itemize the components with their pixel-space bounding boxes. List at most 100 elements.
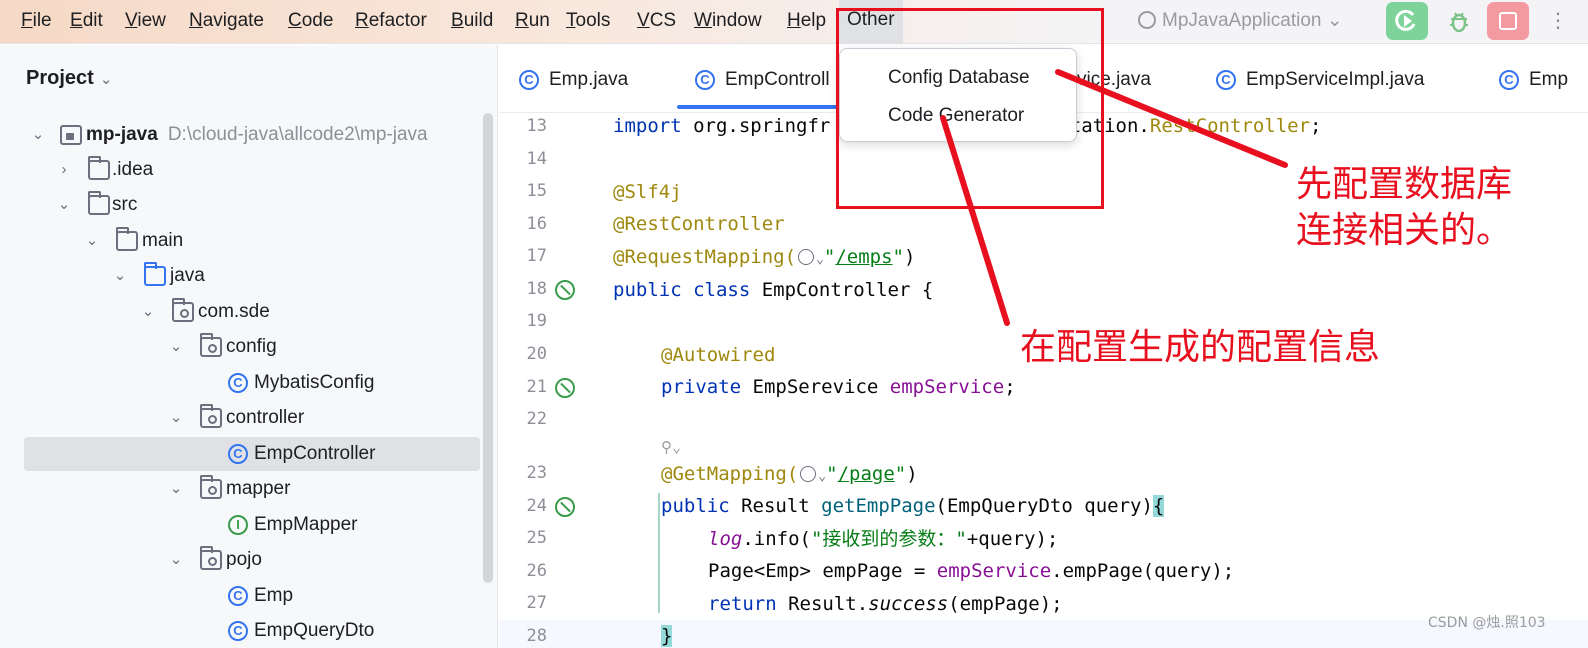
tree-node-empquerydto[interactable]: C EmpQueryDto: [24, 614, 480, 648]
chevron-down-icon: ⌄: [57, 196, 71, 213]
menu-label: ools: [575, 10, 611, 31]
class-icon: C: [228, 444, 248, 464]
menu-label: un: [528, 10, 550, 31]
chevron-down-icon: ⌄: [85, 232, 99, 249]
line-number: 17: [526, 246, 547, 266]
package-icon: [200, 404, 222, 428]
chevron-down-icon: ⌄: [169, 480, 183, 497]
spring-bean-icon[interactable]: [555, 280, 575, 300]
project-panel-header[interactable]: Project ⌄: [26, 67, 112, 90]
class-icon: C: [519, 70, 539, 90]
chevron-down-icon: ⌄: [169, 409, 183, 426]
tree-node-label: .idea: [112, 159, 154, 180]
menu-mnemonic: C: [288, 10, 302, 31]
tree-node-controller[interactable]: ⌄ controller: [24, 401, 480, 435]
tree-node-label: com.sde: [198, 301, 270, 322]
menu-code[interactable]: Code: [285, 8, 336, 36]
menu-run[interactable]: Run: [512, 8, 553, 36]
code-token: org.springfr: [693, 115, 831, 137]
tree-node-java[interactable]: ⌄ java: [24, 259, 480, 293]
tree-node-label: Emp: [254, 585, 294, 606]
line-number: 25: [526, 528, 547, 548]
menu-help[interactable]: Help: [784, 8, 829, 36]
menu-build[interactable]: Build: [448, 8, 496, 36]
tree-node-label: main: [142, 230, 184, 251]
code-token: ;: [1004, 376, 1016, 398]
package-icon: [200, 333, 222, 357]
class-icon: C: [228, 373, 248, 393]
tree-node-mapper[interactable]: ⌄ mapper: [24, 472, 480, 506]
more-actions-icon[interactable]: ⋮: [1548, 8, 1568, 32]
menu-mnemonic: V: [637, 10, 650, 31]
chevron-right-icon: ›: [61, 161, 67, 178]
tree-node-config[interactable]: ⌄ config: [24, 330, 480, 364]
menu-edit[interactable]: Edit: [67, 8, 106, 36]
tree-node-main[interactable]: ⌄ main: [24, 224, 480, 258]
tree-node-empcontroller[interactable]: C EmpController: [24, 437, 480, 471]
menu-label: efactor: [368, 10, 427, 31]
line-number: 20: [526, 344, 547, 364]
code-token: public class: [613, 279, 762, 301]
menu-label: iew: [137, 10, 166, 31]
class-icon: C: [1216, 70, 1236, 90]
code-line-28: }: [661, 623, 673, 648]
menu-tools[interactable]: Tools: [563, 8, 613, 36]
tree-node-mp-java[interactable]: ⌄ mp-java D:\cloud-java\allcode2\mp-java: [24, 118, 480, 152]
line-number: 18: [526, 279, 547, 299]
project-scrollbar[interactable]: [483, 113, 493, 583]
menu-mnemonic: R: [355, 10, 369, 31]
stop-button[interactable]: [1487, 2, 1529, 40]
watermark: CSDN @烛.照103: [1428, 615, 1546, 631]
code-line-24: public Result getEmpPage(EmpQueryDto que…: [661, 493, 1165, 519]
bug-icon: [1450, 12, 1468, 33]
tree-node-label: EmpQueryDto: [254, 620, 375, 641]
menu-navigate[interactable]: Navigate: [186, 8, 267, 36]
code-line-23: @GetMapping(⌄"/page"): [661, 461, 918, 490]
code-token: ;: [1310, 115, 1322, 137]
tree-node-emp[interactable]: C Emp: [24, 579, 480, 613]
code-token: +query);: [966, 528, 1059, 550]
menu-window[interactable]: Window: [691, 8, 765, 36]
run-button[interactable]: [1386, 2, 1428, 40]
menu-file[interactable]: File: [18, 8, 55, 36]
globe-icon[interactable]: [798, 249, 815, 265]
menu-refactor[interactable]: Refactor: [352, 8, 430, 36]
tree-node-empmapper[interactable]: I EmpMapper: [24, 508, 480, 542]
menu-mnemonic: F: [21, 10, 33, 31]
run-config-label: MpJavaApplication ⌄: [1162, 10, 1343, 31]
annotation-text-2: 在配置生成的配置信息: [1020, 327, 1381, 368]
package-icon: [172, 298, 194, 322]
tree-node-label: mp-java: [86, 124, 158, 145]
globe-icon[interactable]: [800, 466, 817, 482]
tree-node-com-sde[interactable]: ⌄ com.sde: [24, 295, 480, 329]
code-line-18: public class EmpController {: [613, 277, 933, 303]
menu-label: ode: [301, 10, 334, 31]
menu-mnemonic: H: [787, 10, 801, 31]
project-panel-title: Project: [26, 67, 94, 89]
code-token: public: [661, 495, 742, 517]
chevron-down-icon: ⌄: [99, 71, 113, 88]
line-number: 26: [526, 561, 547, 581]
tree-node-label: src: [112, 194, 138, 215]
menu-label: elp: [800, 10, 827, 31]
code-token: Page<Emp> empPage =: [708, 560, 937, 582]
debug-button[interactable]: [1438, 2, 1480, 40]
menu-view[interactable]: View: [122, 8, 169, 36]
line-number: 24: [526, 496, 547, 516]
tree-node-mybatisconfig[interactable]: C MybatisConfig: [24, 366, 480, 400]
spring-autowired-icon[interactable]: [555, 378, 575, 398]
rerun-icon: [1395, 9, 1416, 31]
tree-node-src[interactable]: ⌄ src: [24, 188, 480, 222]
menu-vcs[interactable]: VCS: [634, 8, 679, 36]
class-icon: C: [228, 621, 248, 641]
spring-endpoint-icon[interactable]: [555, 497, 575, 517]
menu-mnemonic: V: [125, 10, 138, 31]
tree-node-pojo[interactable]: ⌄ pojo: [24, 543, 480, 577]
tree-node-idea[interactable]: › .idea: [24, 153, 480, 187]
run-configuration-selector[interactable]: MpJavaApplication ⌄: [1138, 8, 1343, 34]
tree-node-label: EmpController: [254, 443, 376, 464]
code-vision-hint-icon[interactable]: ⚲⌄: [661, 434, 681, 460]
code-token: ": [894, 463, 907, 485]
code-token: /emps: [835, 246, 893, 268]
project-tool-window: Project ⌄ ⌄ mp-java D:\cloud-java\allcode2…: [0, 45, 498, 648]
